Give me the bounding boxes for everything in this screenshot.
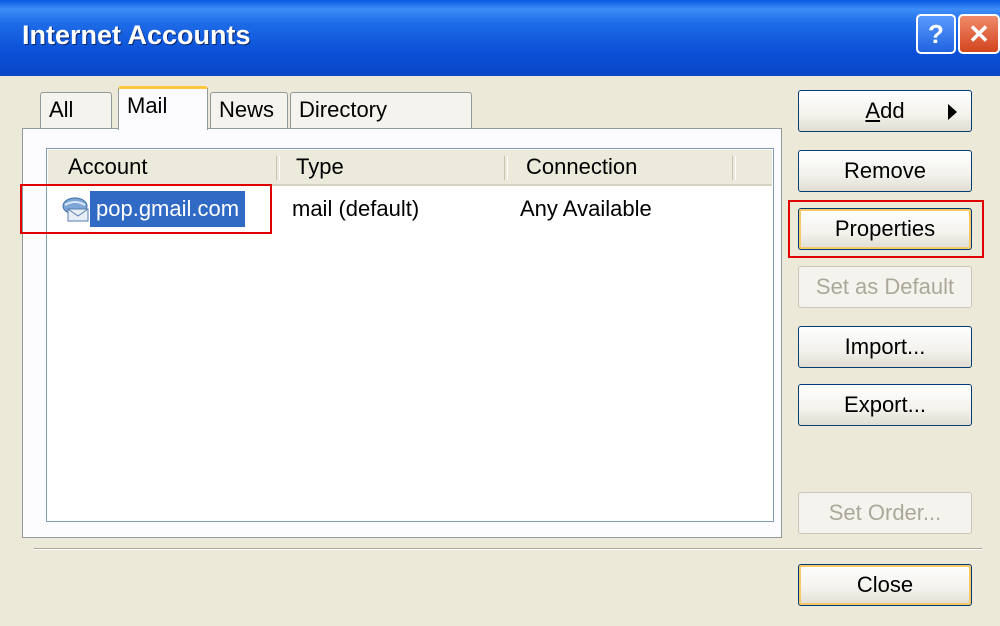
title-bar[interactable]: Internet Accounts ? ✕ [0, 0, 1000, 76]
column-divider[interactable] [504, 156, 508, 180]
properties-highlight-box [788, 200, 984, 258]
column-header-connection[interactable]: Connection [526, 150, 637, 184]
window-title: Internet Accounts [22, 20, 251, 50]
close-button[interactable]: Close [798, 564, 972, 606]
remove-button[interactable]: Remove [798, 150, 972, 192]
add-button[interactable]: Add [798, 90, 972, 132]
list-header: Account Type Connection [48, 150, 772, 186]
help-icon: ? [928, 19, 944, 49]
window-close-button[interactable]: ✕ [958, 14, 1000, 54]
submenu-arrow-icon [948, 104, 957, 120]
tab-directory-service[interactable]: Directory Service [290, 92, 472, 156]
tab-mail[interactable]: Mail [118, 86, 208, 130]
column-header-account[interactable]: Account [68, 150, 148, 184]
set-as-default-button[interactable]: Set as Default [798, 266, 972, 308]
help-button[interactable]: ? [916, 14, 956, 54]
tab-all[interactable]: All [40, 92, 112, 128]
account-type-cell: mail (default) [292, 196, 420, 221]
import-button[interactable]: Import... [798, 326, 972, 368]
add-button-label: Add [865, 98, 905, 123]
column-divider[interactable] [276, 156, 280, 180]
close-icon: ✕ [968, 19, 990, 49]
column-header-type[interactable]: Type [296, 150, 344, 184]
account-highlight-box [20, 184, 272, 234]
column-divider[interactable] [732, 156, 736, 180]
export-button[interactable]: Export... [798, 384, 972, 426]
divider [34, 548, 982, 550]
tab-news[interactable]: News [210, 92, 288, 128]
account-connection-cell: Any Available [520, 196, 652, 221]
internet-accounts-dialog: Internet Accounts ? ✕ All Mail News Dire… [0, 0, 1000, 626]
set-order-button[interactable]: Set Order... [798, 492, 972, 534]
